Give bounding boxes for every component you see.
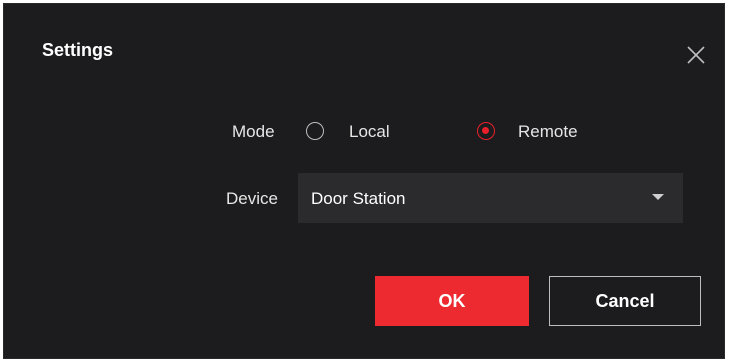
dialog-title: Settings [42,40,114,60]
radio-local-label[interactable]: Local [349,122,390,142]
ok-button[interactable]: OK [375,276,529,326]
chevron-down-icon [652,194,664,200]
radio-selected-dot [482,127,489,134]
radio-local[interactable] [306,122,324,140]
close-icon [687,46,705,64]
settings-dialog: Settings Mode Local Remote Device Door S… [3,3,725,359]
mode-label: Mode [232,122,275,141]
close-button[interactable] [684,43,708,67]
cancel-button[interactable]: Cancel [549,276,701,326]
device-select-value: Door Station [311,189,406,208]
radio-remote-label[interactable]: Remote [518,122,578,142]
device-select[interactable]: Door Station [298,173,683,223]
radio-remote[interactable] [477,122,495,140]
device-label: Device [226,189,278,208]
